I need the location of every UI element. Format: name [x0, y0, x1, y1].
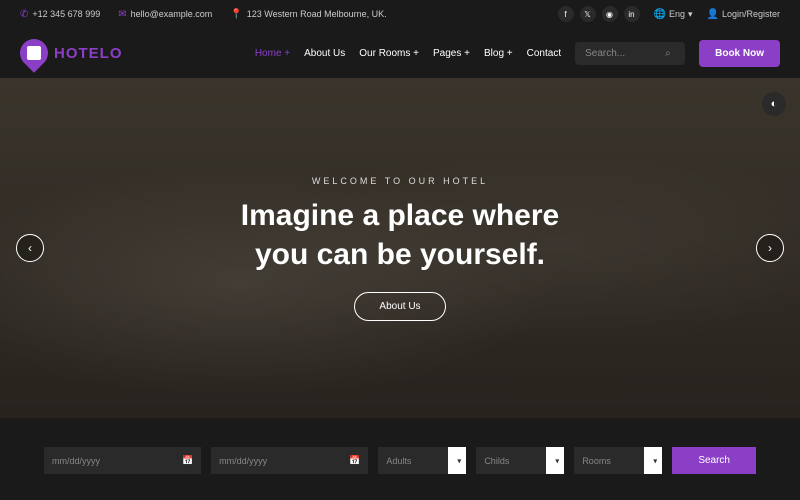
address-text: 123 Western Road Melbourne, UK. [247, 9, 387, 19]
phone-info[interactable]: ✆ +12 345 678 999 [20, 9, 100, 20]
login-register-link[interactable]: 👤Login/Register [707, 9, 781, 20]
adults-select[interactable]: Adults ▾ [378, 447, 466, 474]
address-info: 📍 123 Western Road Melbourne, UK. [230, 9, 386, 20]
chevron-down-icon: ▾ [653, 456, 657, 465]
checkout-date-input[interactable]: mm/dd/yyyy 📅 [211, 447, 368, 474]
logo[interactable]: HOTELO [20, 39, 123, 67]
rooms-select[interactable]: Rooms ▾ [574, 447, 662, 474]
email-info[interactable]: ✉ hello@example.com [118, 9, 212, 20]
chevron-right-icon: › [768, 241, 772, 255]
topbar-right: f 𝕏 ◉ in 🌐Eng▾ 👤Login/Register [558, 6, 781, 22]
childs-label: Childs [484, 456, 509, 466]
user-icon: 👤 [707, 9, 719, 20]
dark-mode-toggle[interactable]: ◐ [762, 92, 786, 116]
x-icon[interactable]: 𝕏 [580, 6, 596, 22]
social-links: f 𝕏 ◉ in [558, 6, 640, 22]
brand-name: HOTELO [54, 45, 123, 62]
checkout-placeholder: mm/dd/yyyy [219, 456, 267, 466]
adults-label: Adults [386, 456, 411, 466]
navbar: HOTELO Home + About Us Our Rooms + Pages + B… [0, 28, 800, 78]
linkedin-icon[interactable]: in [624, 6, 640, 22]
hero-title-line2: you can be yourself. [241, 235, 559, 274]
childs-select[interactable]: Childs ▾ [476, 447, 564, 474]
checkin-date-input[interactable]: mm/dd/yyyy 📅 [44, 447, 201, 474]
carousel-next-button[interactable]: › [756, 234, 784, 262]
moon-icon: ◐ [771, 98, 778, 110]
login-label: Login/Register [722, 9, 780, 19]
book-now-button[interactable]: Book Now [699, 40, 780, 67]
nav-item-blog[interactable]: Blog + [484, 48, 513, 59]
hero-title-line1: Imagine a place where [241, 196, 559, 235]
nav-item-about-us[interactable]: About Us [304, 48, 345, 59]
mail-icon: ✉ [118, 9, 126, 20]
hero-content: WELCOME TO OUR HOTEL Imagine a place whe… [241, 176, 559, 321]
booking-bar: mm/dd/yyyy📅 mm/dd/yyyy📅 Adults▾ Childs▾ … [30, 433, 770, 488]
search-box[interactable]: ⌕ [575, 42, 685, 65]
nav-item-contact[interactable]: Contact [527, 48, 561, 59]
nav-item-our-rooms[interactable]: Our Rooms + [359, 48, 419, 59]
calendar-icon: 📅 [349, 455, 360, 466]
about-us-button[interactable]: About Us [354, 292, 445, 321]
calendar-icon: 📅 [182, 455, 193, 466]
chevron-down-icon: ▾ [555, 456, 559, 465]
hero-section: ◐ ‹ › WELCOME TO OUR HOTEL Imagine a pla… [0, 78, 800, 418]
facebook-icon[interactable]: f [558, 6, 574, 22]
search-icon[interactable]: ⌕ [665, 48, 671, 59]
checkin-placeholder: mm/dd/yyyy [52, 456, 100, 466]
topbar: ✆ +12 345 678 999 ✉ hello@example.com 📍 123… [0, 0, 800, 28]
phone-icon: ✆ [20, 9, 28, 20]
logo-icon [14, 33, 54, 73]
hero-title: Imagine a place where you can be yoursel… [241, 196, 559, 274]
globe-icon: 🌐 [654, 9, 666, 20]
carousel-prev-button[interactable]: ‹ [16, 234, 44, 262]
rooms-label: Rooms [582, 456, 611, 466]
chevron-down-icon: ▾ [688, 9, 693, 20]
language-selector[interactable]: 🌐Eng▾ [654, 9, 693, 20]
instagram-icon[interactable]: ◉ [602, 6, 618, 22]
lang-label: Eng [669, 9, 685, 19]
topbar-left: ✆ +12 345 678 999 ✉ hello@example.com 📍 123… [20, 9, 387, 20]
hero-subtitle: WELCOME TO OUR HOTEL [241, 176, 559, 186]
chevron-left-icon: ‹ [28, 241, 32, 255]
booking-search-button[interactable]: Search [672, 447, 756, 474]
nav-menu: Home + About Us Our Rooms + Pages + Blog + Co… [255, 48, 561, 59]
nav-item-home[interactable]: Home + [255, 48, 290, 59]
search-input[interactable] [585, 48, 665, 59]
chevron-down-icon: ▾ [457, 456, 461, 465]
location-icon: 📍 [230, 9, 242, 20]
phone-text: +12 345 678 999 [32, 9, 100, 19]
nav-item-pages[interactable]: Pages + [433, 48, 470, 59]
email-text: hello@example.com [131, 9, 213, 19]
